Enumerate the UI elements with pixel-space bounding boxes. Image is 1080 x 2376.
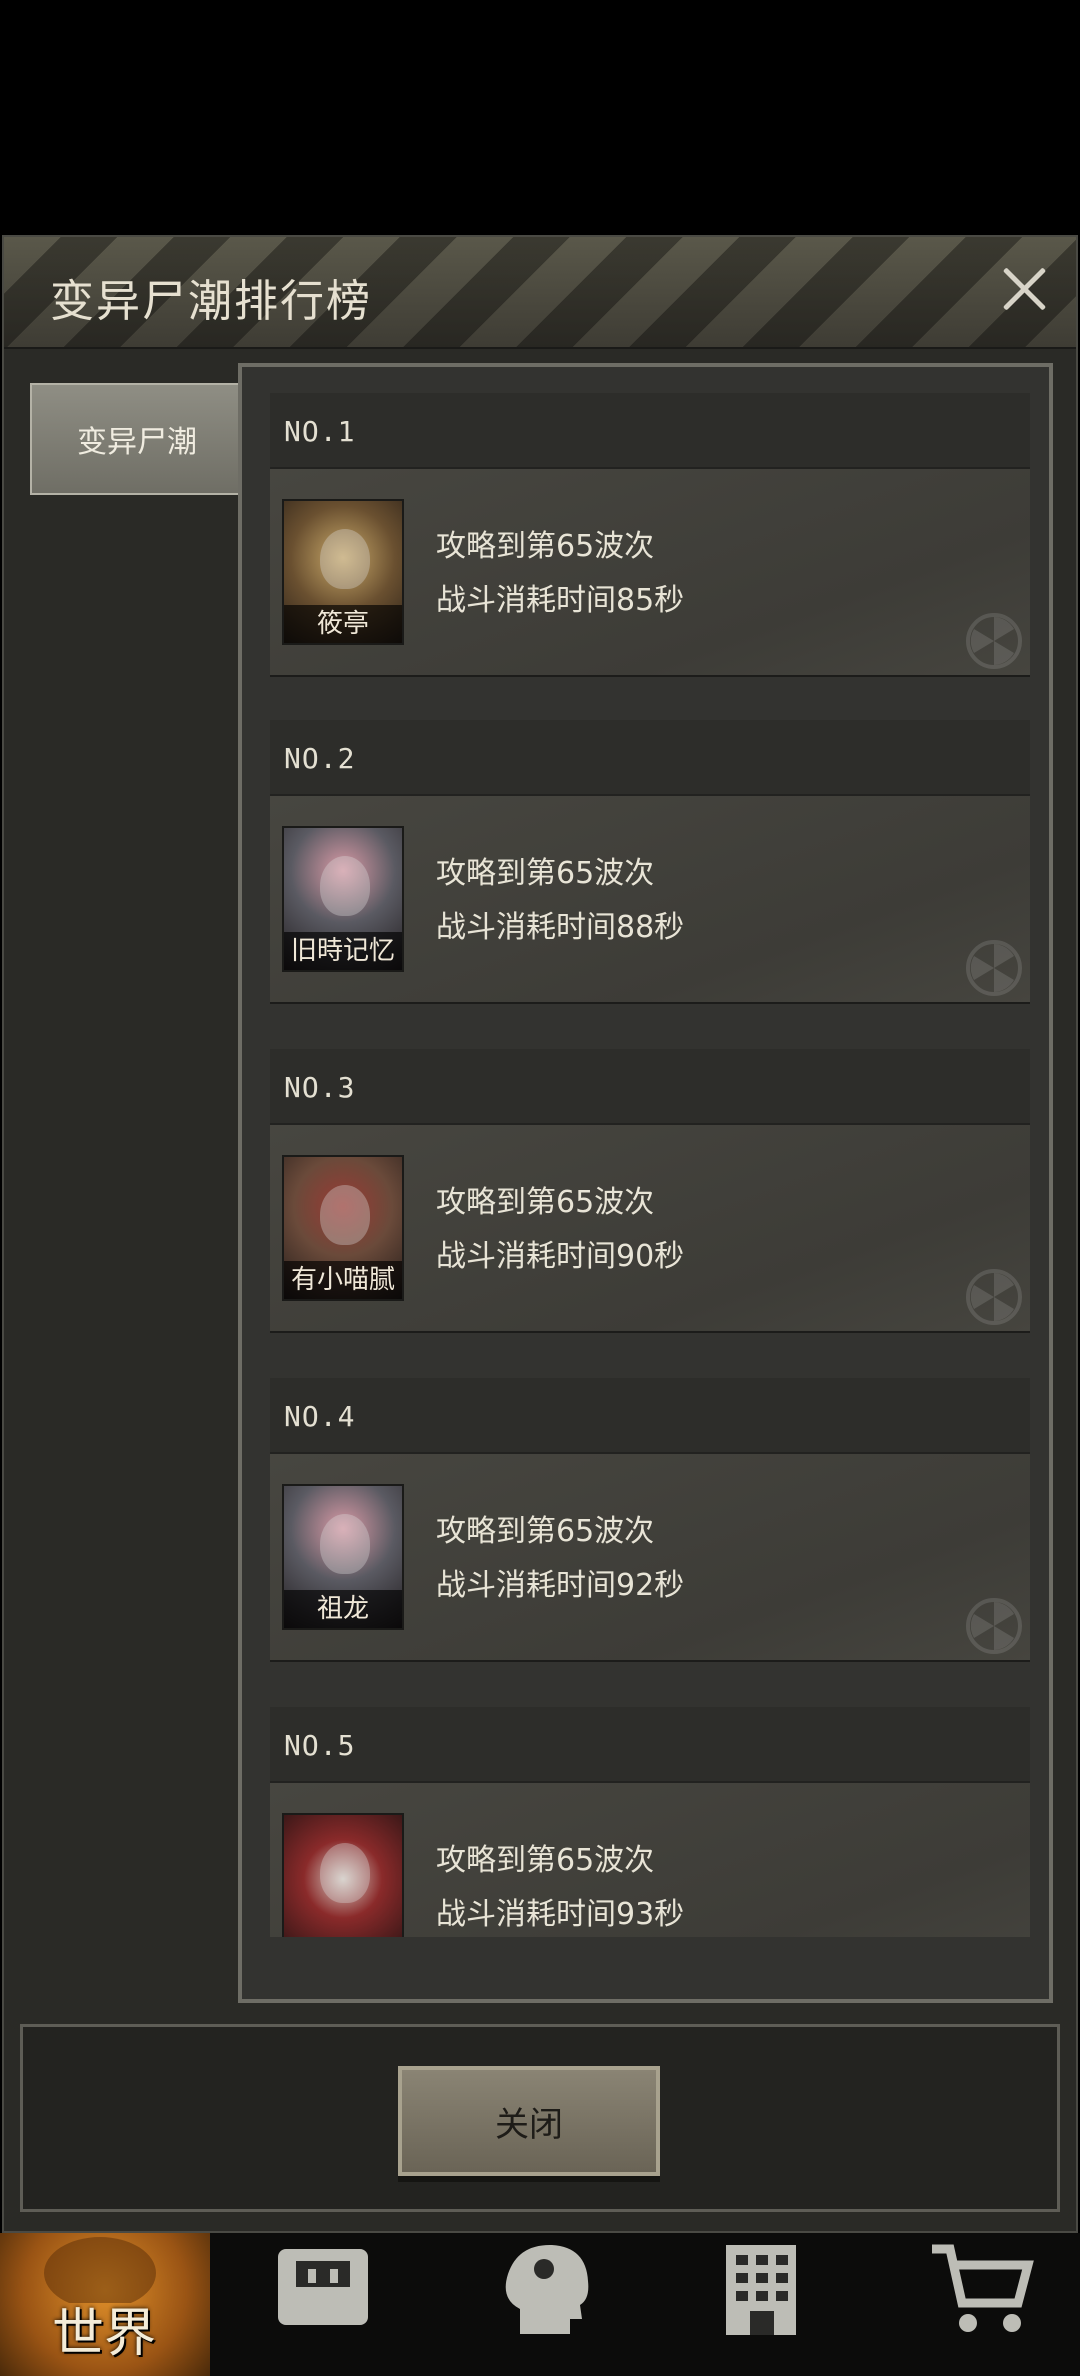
- rank-header: NO.2: [270, 720, 1030, 796]
- avatar-face: [320, 1185, 370, 1245]
- avatar[interactable]: 旧時记忆: [282, 826, 404, 972]
- ranking-item[interactable]: NO.3 有小喵腻 攻略到第65波次 战斗消耗时间90秒: [270, 1049, 1030, 1331]
- rank-body: 有小喵腻 攻略到第65波次 战斗消耗时间90秒: [270, 1125, 1030, 1331]
- rank-header: NO.3: [270, 1049, 1030, 1125]
- modal-header: 变异尸潮排行榜: [4, 237, 1076, 349]
- avatar[interactable]: [282, 1813, 404, 1937]
- ranking-item[interactable]: NO.4 祖龙 攻略到第65波次 战斗消耗时间92秒: [270, 1378, 1030, 1660]
- rank-header: NO.1: [270, 393, 1030, 469]
- close-icon[interactable]: [992, 257, 1056, 321]
- time-text: 战斗消耗时间88秒: [436, 910, 685, 945]
- ranking-item[interactable]: NO.2 旧時记忆 攻略到第65波次 战斗消耗时间88秒: [270, 720, 1030, 1002]
- bottom-nav: 世界: [0, 2233, 1080, 2376]
- rank-header: NO.5: [270, 1707, 1030, 1783]
- modal-title: 变异尸潮排行榜: [50, 276, 372, 327]
- rank-body: 旧時记忆 攻略到第65波次 战斗消耗时间88秒: [270, 796, 1030, 1002]
- wave-text: 攻略到第65波次: [436, 856, 655, 891]
- avatar-face: [320, 1843, 370, 1903]
- nav-world-label: 世界: [52, 2304, 157, 2364]
- nav-world[interactable]: 世界: [0, 2233, 210, 2376]
- wave-text: 攻略到第65波次: [436, 529, 655, 564]
- time-text: 战斗消耗时间90秒: [436, 1239, 685, 1274]
- cart-icon[interactable]: [926, 2239, 1036, 2339]
- rank-number: NO.1: [284, 415, 356, 448]
- avatar-face: [320, 529, 370, 589]
- rank-number: NO.5: [284, 1729, 356, 1762]
- wave-text: 攻略到第65波次: [436, 1185, 655, 1220]
- player-name: 筱亭: [284, 605, 402, 643]
- tab-mutant-horde[interactable]: 变异尸潮: [30, 383, 244, 495]
- avatar-face: [320, 1514, 370, 1574]
- player-name: 旧時记忆: [284, 932, 402, 970]
- rank-body: 筱亭 攻略到第65波次 战斗消耗时间85秒: [270, 469, 1030, 675]
- rank-body: 祖龙 攻略到第65波次 战斗消耗时间92秒: [270, 1454, 1030, 1660]
- rank-number: NO.2: [284, 742, 356, 775]
- wave-text: 攻略到第65波次: [436, 1843, 655, 1878]
- time-text: 战斗消耗时间92秒: [436, 1568, 685, 1603]
- avatar-face: [320, 856, 370, 916]
- close-button[interactable]: 关闭: [398, 2066, 660, 2176]
- head-icon[interactable]: [490, 2239, 600, 2339]
- radiation-icon: [966, 613, 1022, 669]
- player-name: 有小喵腻: [284, 1261, 402, 1299]
- player-name: 祖龙: [284, 1590, 402, 1628]
- rank-number: NO.3: [284, 1071, 356, 1104]
- wave-text: 攻略到第65波次: [436, 1514, 655, 1549]
- rank-body: 攻略到第65波次 战斗消耗时间93秒: [270, 1783, 1030, 1937]
- radiation-icon: [966, 940, 1022, 996]
- backpack-icon[interactable]: [268, 2239, 378, 2339]
- avatar[interactable]: 有小喵腻: [282, 1155, 404, 1301]
- building-icon[interactable]: [706, 2239, 816, 2339]
- avatar[interactable]: 祖龙: [282, 1484, 404, 1630]
- avatar[interactable]: 筱亭: [282, 499, 404, 645]
- radiation-icon: [966, 1269, 1022, 1325]
- time-text: 战斗消耗时间93秒: [436, 1897, 685, 1932]
- time-text: 战斗消耗时间85秒: [436, 583, 685, 618]
- ranking-list[interactable]: NO.1 筱亭 攻略到第65波次 战斗消耗时间85秒 NO.2 旧時记忆 攻略到…: [252, 375, 1042, 1937]
- ranking-item[interactable]: NO.5 攻略到第65波次 战斗消耗时间93秒: [270, 1707, 1030, 1937]
- rank-number: NO.4: [284, 1400, 356, 1433]
- rank-header: NO.4: [270, 1378, 1030, 1454]
- radiation-icon: [966, 1598, 1022, 1654]
- ranking-item[interactable]: NO.1 筱亭 攻略到第65波次 战斗消耗时间85秒: [270, 393, 1030, 675]
- status-bar-area: [0, 0, 1080, 235]
